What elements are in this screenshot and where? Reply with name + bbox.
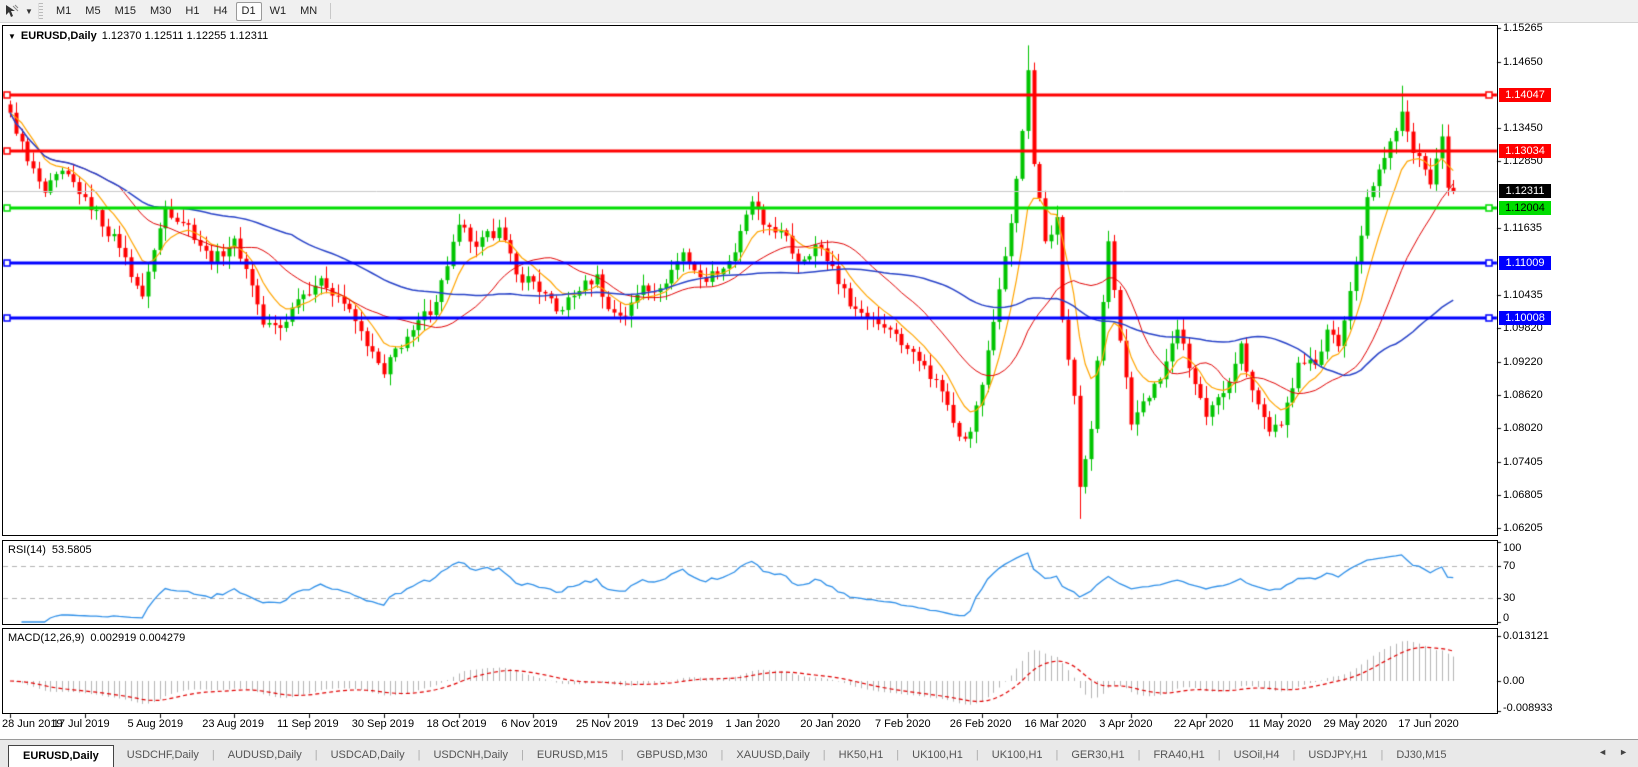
- chart-tab-usdjpy-h1[interactable]: USDJPY,H1: [1295, 746, 1380, 764]
- price-tick-label: 1.11635: [1503, 222, 1542, 235]
- chart-tab-dj30-m15[interactable]: DJ30,M15: [1383, 746, 1459, 764]
- price-tick-label: 1.13450: [1503, 122, 1543, 135]
- date-tick-label: 17 Jun 2020: [1398, 718, 1459, 730]
- chart-tab-usdcnh-daily[interactable]: USDCNH,Daily: [420, 746, 521, 764]
- chart-tab-uk100-h1[interactable]: UK100,H1: [979, 746, 1056, 764]
- rsi-tick-label: 70: [1503, 560, 1516, 572]
- rsi-tick-label: 30: [1503, 592, 1516, 604]
- date-tick-label: 11 May 2020: [1248, 718, 1312, 730]
- macd-tick-label: -0.008933: [1503, 702, 1553, 714]
- current-price-badge: 1.12311: [1499, 184, 1551, 199]
- price-tick-label: 1.09220: [1503, 355, 1543, 368]
- date-tick-label: 13 Dec 2019: [650, 718, 714, 730]
- price-tick-label: 1.06805: [1503, 488, 1543, 501]
- price-tick-label: 1.14650: [1503, 55, 1543, 68]
- chart-tab-hk50-h1[interactable]: HK50,H1: [826, 746, 897, 764]
- level-price-badge[interactable]: 1.12004: [1499, 200, 1551, 215]
- chart-canvas[interactable]: [0, 0, 1638, 767]
- date-tick-label: 20 Jan 2020: [800, 718, 861, 730]
- chart-tab-fra40-h1[interactable]: FRA40,H1: [1140, 746, 1217, 764]
- chart-tab-usdchf-daily[interactable]: USDCHF,Daily: [114, 746, 212, 764]
- date-tick-label: 18 Oct 2019: [426, 718, 487, 730]
- level-price-badge[interactable]: 1.11009: [1499, 255, 1551, 270]
- price-tick-label: 1.07405: [1503, 455, 1543, 468]
- chart-tab-ger30-h1[interactable]: GER30,H1: [1058, 746, 1137, 764]
- chart-title-dropdown-icon[interactable]: ▼: [8, 32, 16, 41]
- price-tick-label: 1.08620: [1503, 388, 1543, 401]
- price-tick-label: 1.10435: [1503, 288, 1543, 301]
- date-tick-label: 26 Feb 2020: [949, 718, 1012, 730]
- trading-terminal: ▼ M1M5M15M30H1H4D1W1MN ▼ EURUSD,Daily 1.…: [0, 0, 1638, 767]
- chart-ohlc-values: 1.12370 1.12511 1.12255 1.12311: [101, 30, 269, 42]
- date-tick-label: 11 Sep 2019: [277, 718, 339, 730]
- date-tick-label: 5 Aug 2019: [127, 718, 184, 730]
- macd-tick-label: 0.00: [1503, 675, 1525, 687]
- date-tick-label: 6 Nov 2019: [501, 718, 558, 730]
- date-tick-label: 29 May 2020: [1323, 718, 1388, 730]
- date-tick-label: 25 Nov 2019: [576, 718, 639, 730]
- macd-label: MACD(12,26,9) 0.002919 0.004279: [8, 632, 185, 644]
- chart-tab-eurusd-m15[interactable]: EURUSD,M15: [524, 746, 621, 764]
- rsi-tick-label: 100: [1503, 542, 1522, 554]
- chart-tab-eurusd-daily[interactable]: EURUSD,Daily: [8, 745, 114, 767]
- price-tick-label: 1.06205: [1503, 522, 1543, 534]
- date-tick-label: 3 Apr 2020: [1099, 718, 1153, 730]
- chart-tab-usdcad-daily[interactable]: USDCAD,Daily: [318, 746, 418, 764]
- chart-tab-gbpusd-m30[interactable]: GBPUSD,M30: [624, 746, 721, 764]
- chart-tab-audusd-daily[interactable]: AUDUSD,Daily: [215, 746, 315, 764]
- date-tick-label: 17 Jul 2019: [52, 718, 110, 730]
- rsi-value: 53.5805: [51, 544, 92, 556]
- date-tick-label: 7 Feb 2020: [875, 718, 931, 730]
- chart-tab-xauusd-daily[interactable]: XAUUSD,Daily: [723, 746, 822, 764]
- price-tick-label: 1.08020: [1503, 421, 1543, 434]
- chart-tab-uk100-h1[interactable]: UK100,H1: [899, 746, 976, 764]
- macd-name: MACD(12,26,9): [8, 632, 85, 644]
- level-price-badge[interactable]: 1.13034: [1499, 144, 1551, 159]
- tab-scroll-left-icon[interactable]: ◄: [1598, 747, 1607, 757]
- date-tick-label: 16 Mar 2020: [1024, 718, 1087, 730]
- date-tick-label: 30 Sep 2019: [351, 718, 415, 730]
- tab-scroll-arrows: ◄ ►: [1598, 747, 1628, 757]
- level-price-badge[interactable]: 1.10008: [1499, 311, 1551, 326]
- chart-title: ▼ EURUSD,Daily 1.12370 1.12511 1.12255 1…: [8, 30, 268, 42]
- rsi-tick-label: 0: [1503, 612, 1510, 624]
- rsi-name: RSI(14): [8, 544, 46, 556]
- macd-tick-label: 0.013121: [1503, 630, 1549, 643]
- level-price-badge[interactable]: 1.14047: [1499, 88, 1551, 103]
- macd-values: 0.002919 0.004279: [90, 632, 186, 644]
- chart-tab-usoil-h4[interactable]: USOil,H4: [1221, 746, 1293, 764]
- rsi-label: RSI(14) 53.5805: [8, 544, 92, 556]
- tab-scroll-right-icon[interactable]: ►: [1619, 747, 1628, 757]
- chart-tabs: EURUSD,Daily USDCHF,Daily | AUDUSD,Daily | US…: [8, 745, 1459, 767]
- date-tick-label: 1 Jan 2020: [725, 718, 780, 730]
- date-tick-label: 22 Apr 2020: [1174, 718, 1234, 730]
- chart-tab-bar: EURUSD,Daily USDCHF,Daily | AUDUSD,Daily | US…: [0, 739, 1638, 767]
- chart-symbol: EURUSD,Daily: [20, 30, 97, 42]
- date-tick-label: 23 Aug 2019: [202, 718, 265, 730]
- price-tick-label: 1.15265: [1503, 22, 1543, 34]
